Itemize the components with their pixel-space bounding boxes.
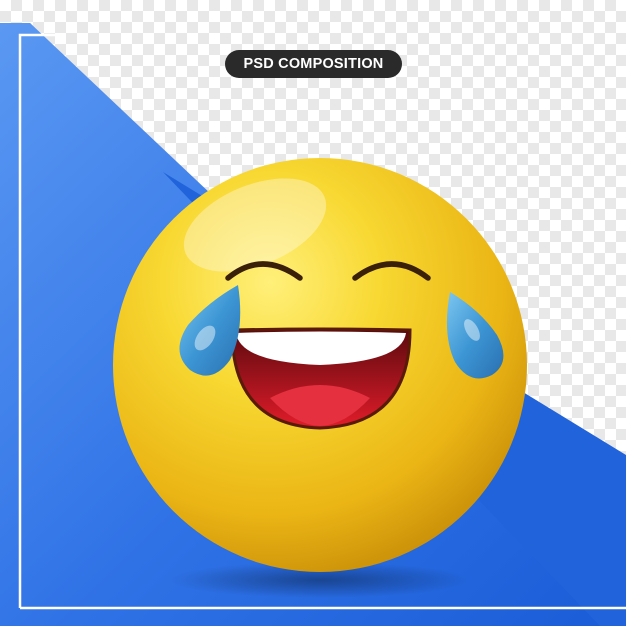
laughing-crying-emoji: [113, 158, 527, 598]
canvas: PSD COMPOSITION: [0, 0, 626, 626]
